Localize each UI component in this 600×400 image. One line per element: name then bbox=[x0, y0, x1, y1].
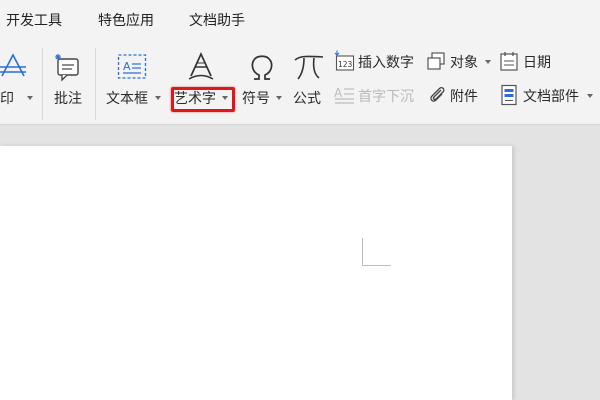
textbox-label: 文本框 bbox=[106, 91, 148, 107]
object-button[interactable]: 对象 bbox=[426, 50, 494, 72]
svg-text:A: A bbox=[123, 60, 131, 73]
omega-icon bbox=[251, 55, 273, 80]
insert-ribbon: 水印 批注 A 文本框 艺 bbox=[0, 40, 600, 125]
insert-number-icon: 123 bbox=[334, 50, 355, 71]
comment-label: 批注 bbox=[54, 91, 82, 107]
chevron-down-icon bbox=[276, 96, 282, 100]
ribbon-separator bbox=[42, 48, 43, 120]
chevron-down-icon bbox=[155, 96, 161, 100]
comment-icon bbox=[55, 54, 79, 82]
pi-icon bbox=[294, 55, 324, 80]
watermark-icon bbox=[0, 53, 26, 77]
calendar-icon bbox=[500, 52, 518, 71]
doc-parts-button[interactable]: 文档部件 bbox=[498, 84, 598, 106]
svg-text:123: 123 bbox=[338, 60, 353, 69]
chevron-down-icon bbox=[27, 96, 33, 100]
formula-button[interactable]: 公式 bbox=[290, 40, 328, 124]
paperclip-icon bbox=[430, 87, 445, 102]
watermark-button[interactable]: 水印 bbox=[0, 40, 40, 124]
insert-number-button[interactable]: 123 插入数字 bbox=[332, 50, 422, 72]
watermark-label: 水印 bbox=[0, 91, 14, 107]
attachment-button[interactable]: 附件 bbox=[426, 84, 494, 106]
page-margin-corner-mark bbox=[362, 238, 391, 266]
tab-developer-tools[interactable]: 开发工具 bbox=[6, 10, 62, 30]
chevron-down-icon bbox=[587, 94, 593, 98]
textbox-icon: A bbox=[117, 54, 147, 79]
chevron-down-icon bbox=[485, 60, 491, 64]
insert-number-label: 插入数字 bbox=[358, 55, 414, 71]
wordart-highlight-box bbox=[171, 87, 235, 112]
date-label: 日期 bbox=[523, 55, 551, 71]
ribbon-separator bbox=[95, 48, 96, 120]
attachment-label: 附件 bbox=[450, 89, 478, 105]
comment-button[interactable]: 批注 bbox=[46, 40, 90, 124]
drop-cap-label: 首字下沉 bbox=[358, 89, 414, 105]
symbol-button[interactable]: 符号 bbox=[240, 40, 286, 124]
drop-cap-icon: A bbox=[334, 86, 354, 104]
drop-cap-button[interactable]: A 首字下沉 bbox=[332, 84, 422, 106]
doc-parts-icon bbox=[501, 84, 517, 106]
document-page[interactable] bbox=[0, 146, 512, 400]
tab-special-apps[interactable]: 特色应用 bbox=[98, 10, 154, 30]
object-icon bbox=[427, 52, 445, 70]
svg-text:A: A bbox=[334, 86, 343, 100]
object-label: 对象 bbox=[450, 55, 478, 71]
formula-label: 公式 bbox=[293, 91, 321, 107]
date-button[interactable]: 日期 bbox=[498, 50, 558, 72]
symbol-label: 符号 bbox=[242, 91, 270, 107]
ribbon-tab-bar: 开发工具 特色应用 文档助手 bbox=[0, 0, 600, 40]
textbox-button[interactable]: A 文本框 bbox=[100, 40, 164, 124]
doc-parts-label: 文档部件 bbox=[523, 89, 579, 105]
tab-document-assistant[interactable]: 文档助手 bbox=[189, 10, 245, 30]
wordart-icon bbox=[188, 51, 214, 80]
